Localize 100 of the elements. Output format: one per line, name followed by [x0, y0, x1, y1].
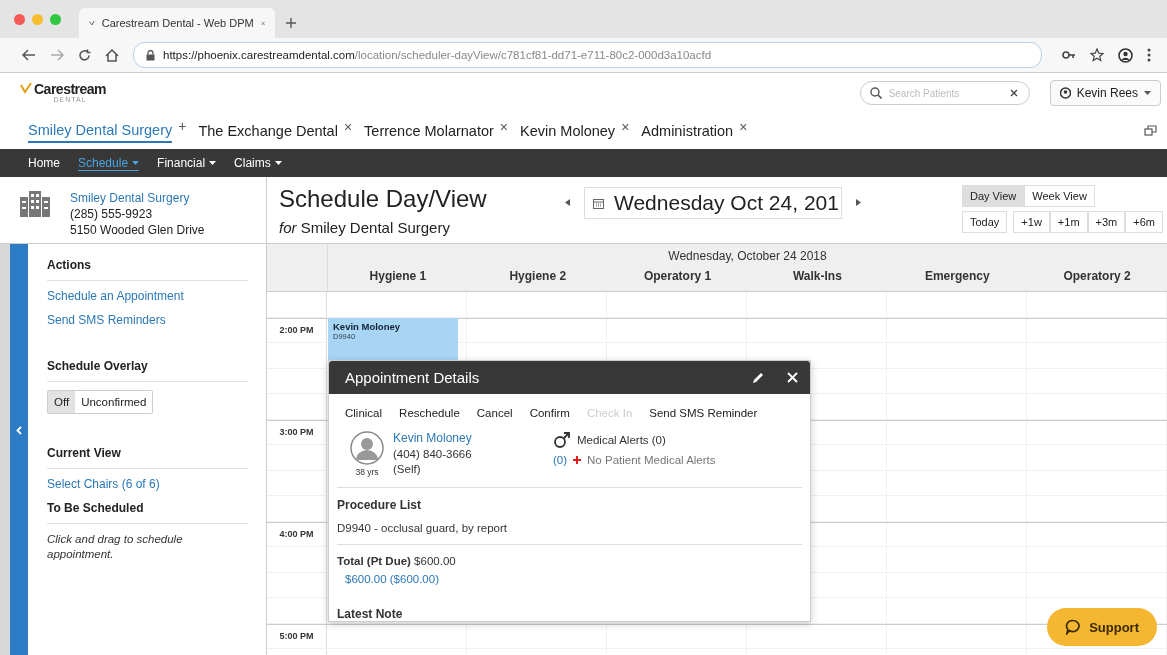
- location-tab[interactable]: Kevin Moloney: [520, 120, 616, 142]
- section-heading: Latest Note: [337, 607, 404, 621]
- jump-button[interactable]: +6m: [1125, 211, 1163, 233]
- close-icon[interactable]: [787, 372, 798, 383]
- alerts-message: No Patient Medical Alerts: [587, 454, 716, 466]
- time-label: 3:00 PM: [279, 426, 314, 439]
- user-menu-button[interactable]: Kevin Rees: [1049, 80, 1161, 106]
- action-link[interactable]: Schedule an Appointment: [47, 289, 248, 303]
- clear-icon[interactable]: [1009, 89, 1018, 97]
- time-label: 5:00 PM: [279, 630, 314, 643]
- address-bar[interactable]: https://phoenix.carestreamdental.com/location/scheduler-dayView/c781cf81-dd71-e711-80c2-000d3a10acfd: [133, 42, 1042, 68]
- search-icon: [869, 87, 882, 99]
- appointment-action[interactable]: Clinical: [345, 407, 383, 419]
- more-icon[interactable]: [1147, 48, 1151, 62]
- close-window-button[interactable]: [14, 13, 25, 25]
- tab-action[interactable]: +: [178, 119, 187, 133]
- select-chairs-link[interactable]: Select Chairs (6 of 6): [47, 477, 248, 491]
- chair-column-heading: Hygiene 1: [368, 269, 428, 283]
- home-icon[interactable]: [105, 48, 119, 62]
- section-heading: Actions: [47, 258, 248, 281]
- appointment-action[interactable]: Reschedule: [399, 407, 460, 419]
- back-icon[interactable]: [22, 49, 36, 61]
- key-icon[interactable]: [1062, 50, 1076, 60]
- support-button[interactable]: Support: [1047, 608, 1157, 646]
- chair-column-heading: Hygiene 2: [508, 269, 568, 283]
- alert-count-link[interactable]: (0): [553, 454, 568, 466]
- nav-menu-item[interactable]: Schedule: [78, 155, 140, 171]
- medical-alerts-heading: Medical Alerts (0): [577, 434, 666, 446]
- new-tab-icon[interactable]: [285, 17, 297, 29]
- location-tab[interactable]: Terrence Molarnator: [364, 120, 494, 142]
- date-picker-field[interactable]: Wednesday Oct 24, 201: [584, 187, 842, 219]
- section-heading: Schedule Overlay: [47, 359, 248, 382]
- section-heading: To Be Scheduled: [47, 501, 248, 524]
- chevron-left-icon: [16, 426, 22, 435]
- popover-title: Appointment Details: [345, 369, 481, 386]
- total-due: Total (Pt Due) $600.00: [337, 555, 457, 567]
- page-subtitle: for Smiley Dental Surgery: [279, 219, 451, 236]
- section-heading: Current View: [47, 446, 248, 469]
- tab-action[interactable]: ×: [621, 120, 630, 134]
- location-tab[interactable]: The Exchange Dental: [198, 120, 338, 142]
- drag-hint-text: Click and drag to schedule appointment.: [47, 532, 184, 562]
- chair-column-heading: Operatory 2: [1062, 269, 1132, 283]
- procedure-item: D9940 - occlusal guard, by report: [337, 522, 509, 534]
- profile-icon[interactable]: [1118, 47, 1133, 63]
- jump-button[interactable]: +1m: [1049, 211, 1088, 233]
- amount-link[interactable]: $600.00 ($600.00): [337, 573, 802, 585]
- appointment-action[interactable]: Cancel: [476, 407, 513, 419]
- tab-action[interactable]: ×: [499, 120, 508, 134]
- page-title: Schedule Day/View: [279, 185, 488, 213]
- next-day-icon[interactable]: [856, 199, 861, 206]
- patient-name-link[interactable]: Kevin Moloney: [393, 431, 553, 445]
- nav-menu-item[interactable]: Home: [28, 156, 60, 170]
- medical-cross-icon: [573, 456, 582, 464]
- overlay-toggle-button[interactable]: Off: [48, 391, 76, 413]
- caret-icon: [1144, 91, 1151, 95]
- tab-action[interactable]: ×: [343, 120, 353, 134]
- user-icon: [1059, 87, 1071, 99]
- view-button[interactable]: Day View: [962, 185, 1025, 207]
- url-text: https://phoenix.carestreamdental.com/location/scheduler-dayView/c781cf81-dd71-e711-80c2-000d3a10acfd: [163, 49, 712, 61]
- schedule-date: Wednesday, October 24 2018: [668, 248, 827, 263]
- tab-action[interactable]: ×: [739, 120, 748, 134]
- nav-menu-item[interactable]: Financial: [157, 156, 217, 170]
- appointment-action[interactable]: Confirm: [529, 407, 570, 419]
- logo-text: Carestream: [34, 82, 107, 96]
- chair-column-heading: Walk-Ins: [791, 269, 843, 283]
- location-tab[interactable]: Administration: [641, 120, 734, 142]
- browser-tab[interactable]: Carestream Dental - Web DPM: [79, 8, 275, 38]
- section-heading: Procedure List: [337, 498, 423, 512]
- star-icon[interactable]: [1090, 48, 1104, 62]
- location-tab[interactable]: Smiley Dental Surgery: [28, 119, 173, 143]
- chair-column-heading: Emergency: [923, 269, 991, 283]
- chat-bubble-icon: [1065, 619, 1082, 635]
- time-label: 2:00 PM: [279, 324, 314, 337]
- practice-name-link[interactable]: Smiley Dental Surgery: [70, 191, 205, 205]
- edit-icon[interactable]: [751, 370, 765, 385]
- view-button[interactable]: Week View: [1024, 185, 1095, 207]
- practice-address: 5150 Wooded Glen Drive: [70, 223, 205, 237]
- reload-icon[interactable]: [78, 48, 91, 62]
- time-label: 4:00 PM: [279, 528, 314, 541]
- patient-age: 38 yrs: [355, 467, 379, 477]
- tab-title: Carestream Dental - Web DPM: [101, 17, 254, 29]
- practice-phone: (285) 555-9923: [70, 207, 154, 221]
- action-link[interactable]: Send SMS Reminders: [47, 313, 248, 327]
- appointment-action[interactable]: Send SMS Reminder: [649, 407, 758, 419]
- nav-menu-item[interactable]: Claims: [234, 156, 282, 170]
- chair-column-heading: Operatory 1: [642, 269, 713, 283]
- windows-icon[interactable]: [1144, 125, 1157, 137]
- logo-icon: [20, 82, 32, 94]
- search-field[interactable]: Search Patients: [859, 81, 1030, 105]
- lock-icon: [146, 49, 155, 61]
- today-button[interactable]: Today: [962, 211, 1008, 233]
- jump-button[interactable]: +1w: [1013, 211, 1050, 233]
- building-icon: [20, 191, 50, 217]
- patient-phone: (404) 840-3666: [393, 448, 473, 460]
- calendar-icon: [593, 197, 604, 209]
- male-symbol-icon: [553, 431, 571, 449]
- patient-relation: (Self): [393, 463, 422, 475]
- avatar-icon: [350, 431, 384, 465]
- previous-day-icon[interactable]: [565, 199, 570, 206]
- jump-button[interactable]: +3m: [1087, 211, 1126, 233]
